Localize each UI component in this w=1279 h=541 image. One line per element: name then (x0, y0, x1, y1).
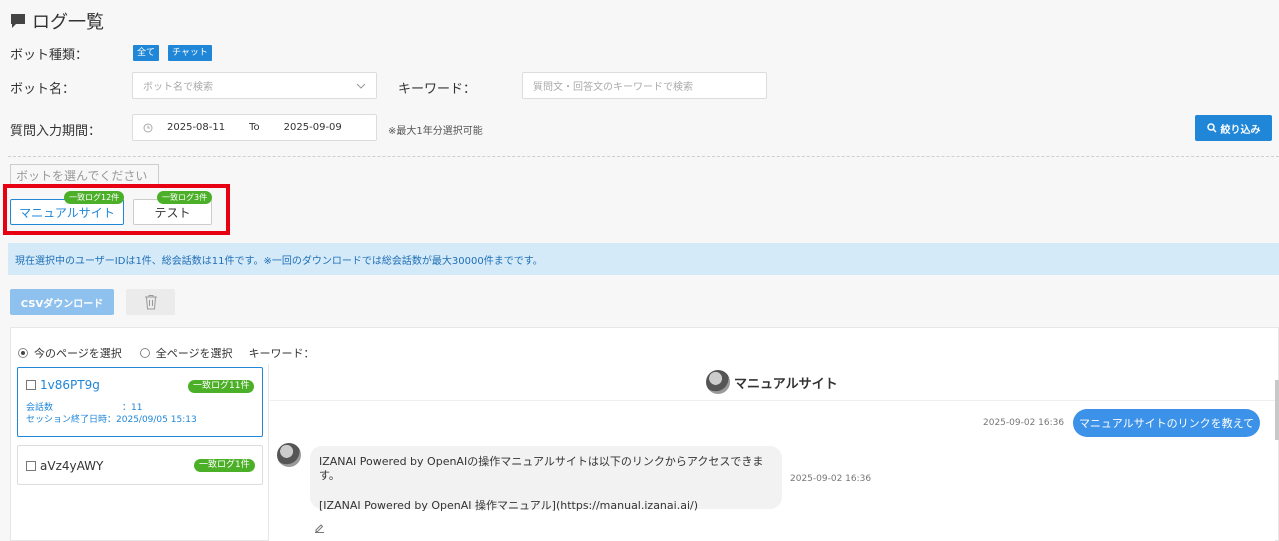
session-badge: 一致ログ1件 (194, 459, 255, 472)
edit-icon[interactable] (314, 522, 325, 533)
chat-header: マニュアルサイト (706, 370, 838, 394)
session-meta: 会話数 ：11 セッション終了日時：2025/09/05 15:13 (26, 403, 197, 425)
clock-icon (143, 123, 153, 132)
session-checkbox[interactable] (26, 380, 36, 390)
search-icon (1206, 123, 1217, 133)
chevron-down-icon (356, 83, 366, 89)
bot-name-label: ボット名： (10, 82, 76, 97)
radio-all-pages[interactable] (139, 348, 150, 358)
bot-badge-test: 一致ログ3件 (157, 191, 213, 204)
selection-keyword-label: キーワード： (248, 347, 315, 360)
period-label: 質問入力期間： (10, 124, 102, 139)
info-message-bar: 現在選択中のユーザーIDは1件、総会話数は11件です。※一回のダウンロードでは総… (8, 243, 1279, 275)
filter-button[interactable]: 絞り込み (1195, 115, 1272, 141)
csv-download-button[interactable]: CSVダウンロード (10, 289, 114, 315)
date-to: 2025-09-09 (283, 122, 342, 133)
info-message: 現在選択中のユーザーIDは1件、総会話数は11件です。※一回のダウンロードでは総… (15, 255, 543, 267)
bot-type-label: ボット種類： (10, 48, 89, 63)
bot-badge-manual-site: 一致ログ12件 (64, 191, 125, 204)
bot-name-placeholder: ボット名で検索 (143, 82, 213, 93)
session-id: aVz4yAWY (26, 459, 103, 473)
user-message-time: 2025-09-02 16:36 (983, 418, 1065, 428)
session-card[interactable]: aVz4yAWY 一致ログ1件 (17, 445, 263, 485)
section-divider (8, 156, 1279, 157)
session-checkbox[interactable] (26, 461, 36, 471)
bot-type-chip-all[interactable]: 全て (133, 45, 160, 61)
bot-message-avatar (277, 443, 301, 467)
bot-message-time: 2025-09-02 16:36 (790, 474, 872, 484)
bot-name-select[interactable]: ボット名で検索 (132, 72, 377, 99)
keyword-label: キーワード： (398, 82, 477, 97)
session-badge: 一致ログ11件 (188, 380, 255, 393)
radio-current-page[interactable] (18, 348, 28, 358)
date-to-label: To (249, 122, 260, 133)
chat-bubble-icon (11, 14, 25, 28)
trash-icon (144, 295, 157, 310)
period-note: ※最大1年分選択可能 (388, 126, 483, 137)
page-title: ログ一覧 (10, 8, 104, 34)
bot-type-chip-chat[interactable]: チャット (168, 45, 212, 61)
keyword-input[interactable]: 質問文・回答文のキーワードで検索 (522, 72, 767, 99)
keyword-placeholder: 質問文・回答文のキーワードで検索 (533, 82, 693, 93)
bot-avatar (706, 370, 730, 394)
chat-header-divider (268, 400, 1275, 401)
date-range-input[interactable]: 2025-08-11 To 2025-09-09 (132, 114, 377, 141)
user-message: マニュアルサイトのリンクを教えて (1073, 409, 1260, 437)
bot-select-placeholder: ボットを選んでください (10, 164, 159, 186)
session-card[interactable]: 1v86PT9g 一致ログ11件 会話数 ：11 セッション終了日時：2025/0… (17, 367, 263, 437)
session-id: 1v86PT9g (26, 378, 100, 392)
selection-row: 今のページを選択 全ページを選択 キーワード： (18, 345, 315, 361)
date-from: 2025-08-11 (167, 122, 226, 133)
bot-message: IZANAI Powered by OpenAIの操作マニュアルサイトは以下のリ… (310, 446, 782, 512)
chat-scrollbar[interactable] (1275, 380, 1279, 440)
delete-button[interactable] (126, 289, 175, 315)
